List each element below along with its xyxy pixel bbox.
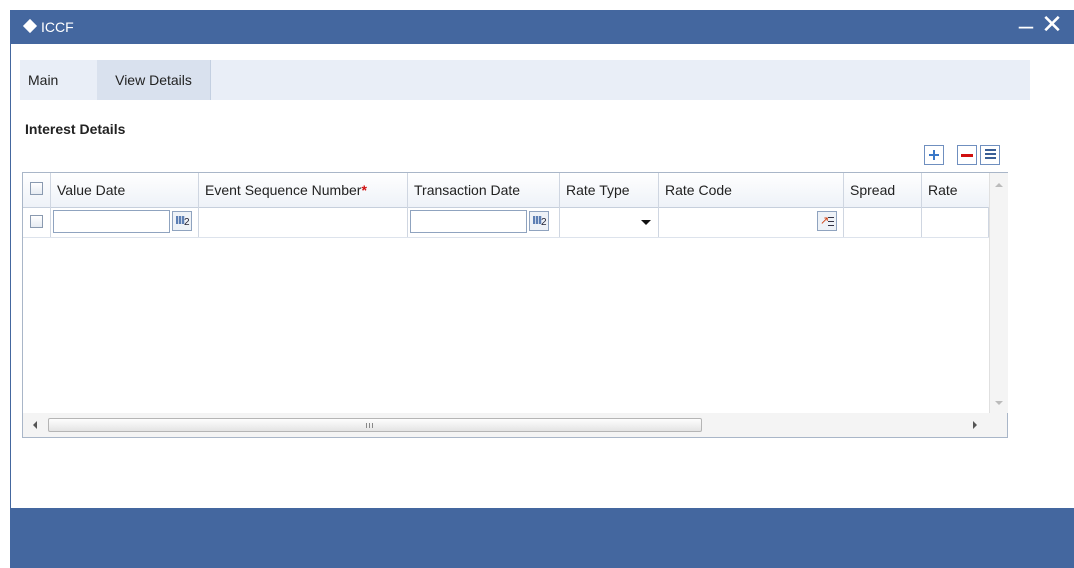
vertical-scrollbar[interactable] (989, 173, 1008, 413)
value-date-calendar-button[interactable]: 2 (172, 211, 192, 231)
add-row-button[interactable] (924, 145, 944, 165)
scroll-right-icon[interactable] (973, 421, 977, 429)
column-label: Rate Code (665, 182, 732, 198)
list-icon (985, 149, 996, 151)
close-button[interactable]: ✕ (1040, 11, 1064, 37)
section-title: Interest Details (25, 121, 126, 137)
select-all-cell (23, 173, 51, 207)
list-icon (828, 217, 834, 226)
window-titlebar: ICCF – ✕ (10, 10, 1074, 44)
row-checkbox[interactable] (30, 215, 43, 228)
column-header-rate[interactable]: Rate (922, 173, 989, 207)
rate-code-lookup-button[interactable]: ↗ (817, 211, 837, 231)
column-header-spread[interactable]: Spread (844, 173, 922, 207)
column-label: Event Sequence Number (205, 182, 362, 198)
horizontal-scrollbar[interactable] (23, 413, 1007, 437)
column-header-value-date[interactable]: Value Date (51, 173, 199, 207)
column-label: Spread (850, 182, 896, 198)
scroll-up-icon[interactable] (995, 183, 1003, 187)
chevron-down-icon (641, 220, 651, 225)
window-border (10, 44, 11, 508)
rate-type-select[interactable] (560, 207, 659, 237)
rate-code-cell[interactable]: ↗ (659, 207, 844, 237)
rate-cell[interactable] (922, 207, 989, 237)
scrollbar-thumb[interactable] (48, 418, 702, 432)
calendar-icon-number: 2 (184, 217, 190, 228)
tab-strip: Main View Details (20, 60, 1030, 100)
single-view-button[interactable] (980, 145, 1000, 165)
minimize-button[interactable]: – (1016, 12, 1036, 38)
delete-row-button[interactable] (957, 145, 977, 165)
diamond-icon (22, 18, 38, 34)
grid-body: Value Date Event Sequence Number* Transa… (23, 173, 989, 413)
list-icon-line (985, 157, 996, 159)
tab-main[interactable]: Main (20, 60, 77, 100)
grip-icon (366, 423, 375, 428)
column-header-event-sequence-number[interactable]: Event Sequence Number* (199, 173, 408, 207)
select-all-checkbox[interactable] (30, 182, 43, 195)
column-label: Rate Type (566, 182, 630, 198)
transaction-date-calendar-button[interactable]: 2 (529, 211, 549, 231)
column-label: Rate (928, 182, 958, 198)
column-header-transaction-date[interactable]: Transaction Date (408, 173, 560, 207)
grid-header: Value Date Event Sequence Number* Transa… (23, 173, 989, 208)
table-row: 2 2 ↗ (23, 207, 989, 238)
column-label: Transaction Date (414, 182, 521, 198)
interest-details-grid: Value Date Event Sequence Number* Transa… (22, 172, 1008, 438)
row-select-cell (23, 207, 51, 237)
column-label: Value Date (57, 182, 126, 198)
window-footer (10, 508, 1074, 568)
spread-cell[interactable] (844, 207, 922, 237)
window-title: ICCF (41, 19, 74, 35)
transaction-date-input[interactable] (410, 210, 527, 233)
required-marker: * (361, 182, 367, 198)
column-header-rate-type[interactable]: Rate Type (560, 173, 659, 207)
tab-divider (210, 60, 211, 100)
scroll-down-icon[interactable] (995, 401, 1003, 405)
scroll-left-icon[interactable] (33, 421, 37, 429)
event-sequence-number-cell[interactable] (199, 207, 408, 237)
list-icon-line (985, 153, 996, 155)
column-header-rate-code[interactable]: Rate Code (659, 173, 844, 207)
transaction-date-cell: 2 (408, 207, 560, 237)
tab-view-details[interactable]: View Details (97, 60, 210, 100)
value-date-cell: 2 (51, 207, 199, 237)
value-date-input[interactable] (53, 210, 170, 233)
calendar-icon-number: 2 (541, 217, 547, 228)
